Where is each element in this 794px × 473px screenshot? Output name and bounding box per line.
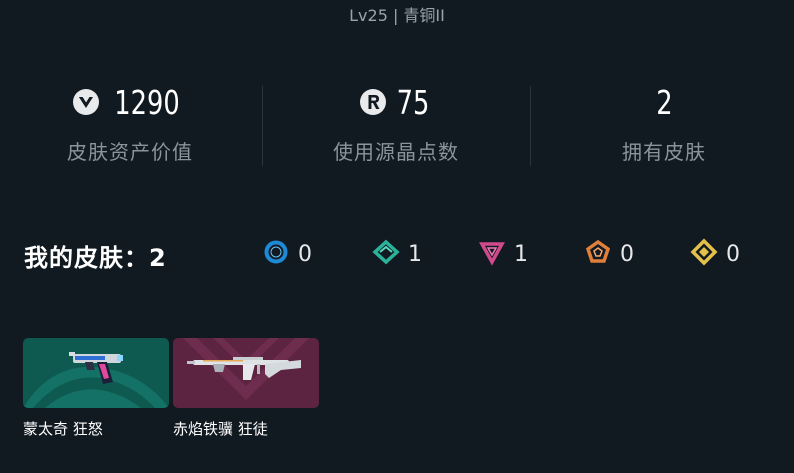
skin-value-number: 1290 [114,82,180,122]
player-level: Lv25 | 青铜II [349,6,445,25]
skin-name: 赤焰铁骥 狂徒 [173,420,268,438]
skin-card-1[interactable] [23,338,169,408]
owned-skins-number: 2 [655,82,673,122]
tier-deluxe: 1 [372,238,422,270]
skin-value-label: 皮肤资产价值 [67,140,193,164]
tier-count: 1 [408,241,422,267]
exclusive-tier-icon [584,238,612,270]
tier-select: 0 [262,238,312,270]
stats-divider [262,86,263,166]
stat-skin-value: 1290 皮肤资产价值 [0,78,260,165]
skin-name: 蒙太奇 狂怒 [23,420,103,438]
tier-count: 0 [620,241,634,267]
tier-premium: 1 [478,238,528,270]
stat-owned-skins: 2 拥有皮肤 [534,78,794,165]
radianite-used-label: 使用源晶点数 [333,140,459,164]
stats-divider [530,86,531,166]
skin-card-2[interactable] [173,338,319,408]
deluxe-tier-icon [372,238,400,270]
my-skins-title: 我的皮肤：2 [24,244,167,272]
tier-ultra: 0 [690,238,740,270]
select-tier-icon [262,238,290,270]
tier-count: 0 [298,241,312,267]
stats-row: 1290 皮肤资产价值 75 使用源晶点数 2 拥有皮肤 [0,78,794,178]
valorant-points-icon [71,87,101,117]
ultra-tier-icon [690,238,718,270]
radianite-points-icon [358,87,388,117]
stat-radianite-used: 75 使用源晶点数 [266,78,526,165]
owned-skins-label: 拥有皮肤 [622,140,706,164]
premium-tier-icon [478,238,506,270]
tier-count: 1 [514,241,528,267]
tier-count: 0 [726,241,740,267]
tier-exclusive: 0 [584,238,634,270]
radianite-used-number: 75 [396,82,430,122]
